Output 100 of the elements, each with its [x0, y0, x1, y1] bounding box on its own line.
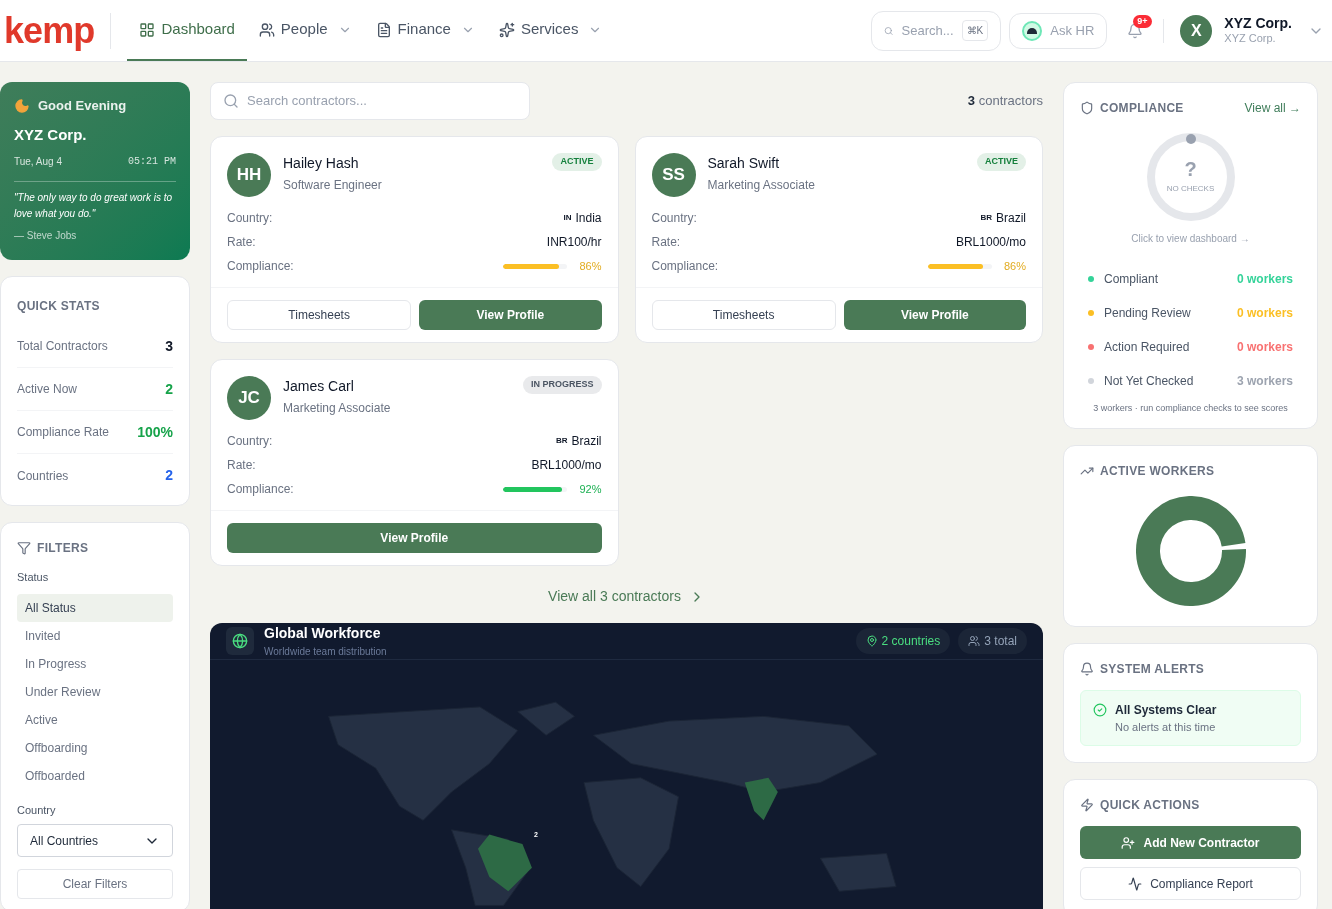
- avatar: HH: [227, 153, 271, 197]
- section-label: Country: [17, 802, 57, 818]
- logo[interactable]: kemp: [4, 12, 112, 49]
- timesheets-button[interactable]: Timesheets: [227, 300, 412, 330]
- pulse-icon: [1128, 876, 1143, 891]
- panel-subtitle: Worldwide team distribution: [264, 645, 387, 659]
- contractor-search-field[interactable]: Search contractors...: [210, 82, 530, 120]
- compliance-value: 92%: [579, 481, 602, 497]
- account-subtitle: XYZ Corp.: [1224, 32, 1277, 47]
- avatar: JC: [227, 376, 271, 420]
- total-badge: 3 total: [958, 628, 1027, 654]
- legend-label: Action Required: [1104, 339, 1190, 356]
- greeting-title: Good Evening: [38, 97, 127, 115]
- notification-badge: 9+: [1133, 14, 1152, 28]
- ask-hr-button[interactable]: Ask HR: [1009, 12, 1108, 49]
- section-label: Status: [17, 570, 50, 585]
- search-placeholder: Search contractors...: [247, 92, 367, 111]
- contractor-role: Software Engineer: [283, 177, 382, 194]
- field-label: Compliance:: [227, 258, 294, 275]
- legend-value: 0 workers: [1236, 305, 1293, 322]
- contractor-role: Marketing Associate: [283, 400, 391, 417]
- avatar: SS: [651, 153, 696, 197]
- legend-label: Not Yet Checked: [1104, 373, 1194, 390]
- status-option[interactable]: Invited: [17, 621, 173, 650]
- shield-icon: [1080, 101, 1094, 115]
- card-title: QUICK STATS: [17, 299, 100, 313]
- field-label: Country:: [651, 210, 697, 227]
- search-field[interactable]: Search... ⌘K: [871, 10, 1002, 51]
- compliance-ring[interactable]: ? NO CHECKS: [1146, 133, 1235, 221]
- add-user-icon: [1121, 835, 1136, 850]
- sparkles-icon: [498, 21, 515, 38]
- view-profile-button[interactable]: View Profile: [227, 523, 602, 553]
- status-option[interactable]: In Progress: [17, 649, 173, 678]
- view-all-link[interactable]: View all →: [1244, 99, 1301, 117]
- ring-marker: [1185, 134, 1196, 144]
- stat-label: Active Now: [17, 381, 78, 398]
- status-badge: IN PROGRESS: [523, 376, 602, 394]
- ring-label: NO CHECKS: [1166, 183, 1215, 195]
- status-option[interactable]: All Status: [17, 593, 173, 622]
- legend-label: Pending Review: [1104, 305, 1191, 322]
- contractor-role: Marketing Associate: [707, 177, 815, 194]
- nav-tab[interactable]: Dashboard: [127, 0, 247, 61]
- search-icon: [223, 93, 239, 109]
- timesheets-button[interactable]: Timesheets: [651, 300, 836, 330]
- time-text: 05:21 PM: [128, 155, 176, 169]
- field-label: Rate:: [227, 234, 256, 251]
- field-label: Rate:: [227, 457, 256, 474]
- shortcut-key: ⌘K: [961, 20, 989, 41]
- status-option[interactable]: Active: [17, 705, 173, 734]
- quote-text: "The only way to do great work is to love what you do.": [14, 191, 174, 221]
- view-profile-button[interactable]: View Profile: [419, 300, 602, 330]
- country-select[interactable]: All Countries: [17, 824, 173, 857]
- country-code: BR: [980, 212, 992, 224]
- contractor-name: James Carl: [283, 377, 355, 396]
- alert-text: No alerts at this time: [1115, 719, 1217, 735]
- alert-title: All Systems Clear: [1115, 701, 1217, 719]
- view-all-link[interactable]: View all 3 contractors: [548, 586, 705, 607]
- nav-tab[interactable]: People: [246, 0, 364, 61]
- filter-icon: [17, 541, 31, 555]
- footer-note: 3 workers · run compliance checks to see scores: [1093, 402, 1288, 415]
- action-button[interactable]: Add New Contractor: [1080, 826, 1301, 859]
- clear-filters-button[interactable]: Clear Filters: [17, 869, 173, 899]
- search-placeholder: Search...: [901, 21, 954, 40]
- ring-symbol: ?: [1184, 159, 1197, 179]
- stat-value: 2: [165, 466, 173, 485]
- field-label: Compliance:: [227, 481, 294, 498]
- country-name: Brazil: [571, 433, 602, 450]
- view-profile-button[interactable]: View Profile: [843, 300, 1026, 330]
- action-button[interactable]: Compliance Report: [1080, 867, 1301, 900]
- brazil-region: [478, 834, 532, 892]
- compliance-value: 86%: [579, 258, 602, 274]
- card-title: QUICK ACTIONS: [1100, 797, 1200, 814]
- dashboard-hint[interactable]: Click to view dashboard →: [1131, 231, 1250, 246]
- account-avatar[interactable]: X: [1180, 14, 1213, 47]
- lightning-icon: [1080, 798, 1094, 812]
- field-label: Compliance:: [651, 258, 719, 275]
- contractor-name: Sarah Swift: [707, 154, 781, 173]
- card-title: COMPLIANCE: [1100, 100, 1184, 117]
- contractor-name: Hailey Hash: [283, 154, 360, 173]
- card-title: FILTERS: [37, 540, 89, 557]
- stat-label: Compliance Rate: [17, 424, 110, 441]
- nav-tab[interactable]: Finance: [363, 0, 487, 61]
- country-code: IN: [563, 212, 572, 224]
- status-option[interactable]: Offboarding: [17, 733, 173, 762]
- moon-icon: [14, 97, 30, 114]
- status-option[interactable]: Offboarded: [17, 761, 173, 790]
- status-badge: ACTIVE: [552, 153, 602, 171]
- check-icon: [1093, 702, 1107, 717]
- globe-icon: [226, 627, 254, 655]
- card-title: ACTIVE WORKERS: [1100, 462, 1215, 480]
- nav-tab[interactable]: Services: [486, 0, 615, 61]
- field-label: Country:: [227, 210, 273, 227]
- panel-title: Global Workforce: [264, 624, 382, 643]
- status-option[interactable]: Under Review: [17, 677, 173, 706]
- company-name: XYZ Corp.: [14, 124, 88, 145]
- legend-value: 0 workers: [1236, 271, 1293, 288]
- rate-value: INR100/hr: [546, 234, 602, 251]
- country-name: Brazil: [996, 210, 1026, 227]
- rate-value: BRL1000/mo: [955, 234, 1026, 251]
- field-label: Rate:: [651, 234, 681, 251]
